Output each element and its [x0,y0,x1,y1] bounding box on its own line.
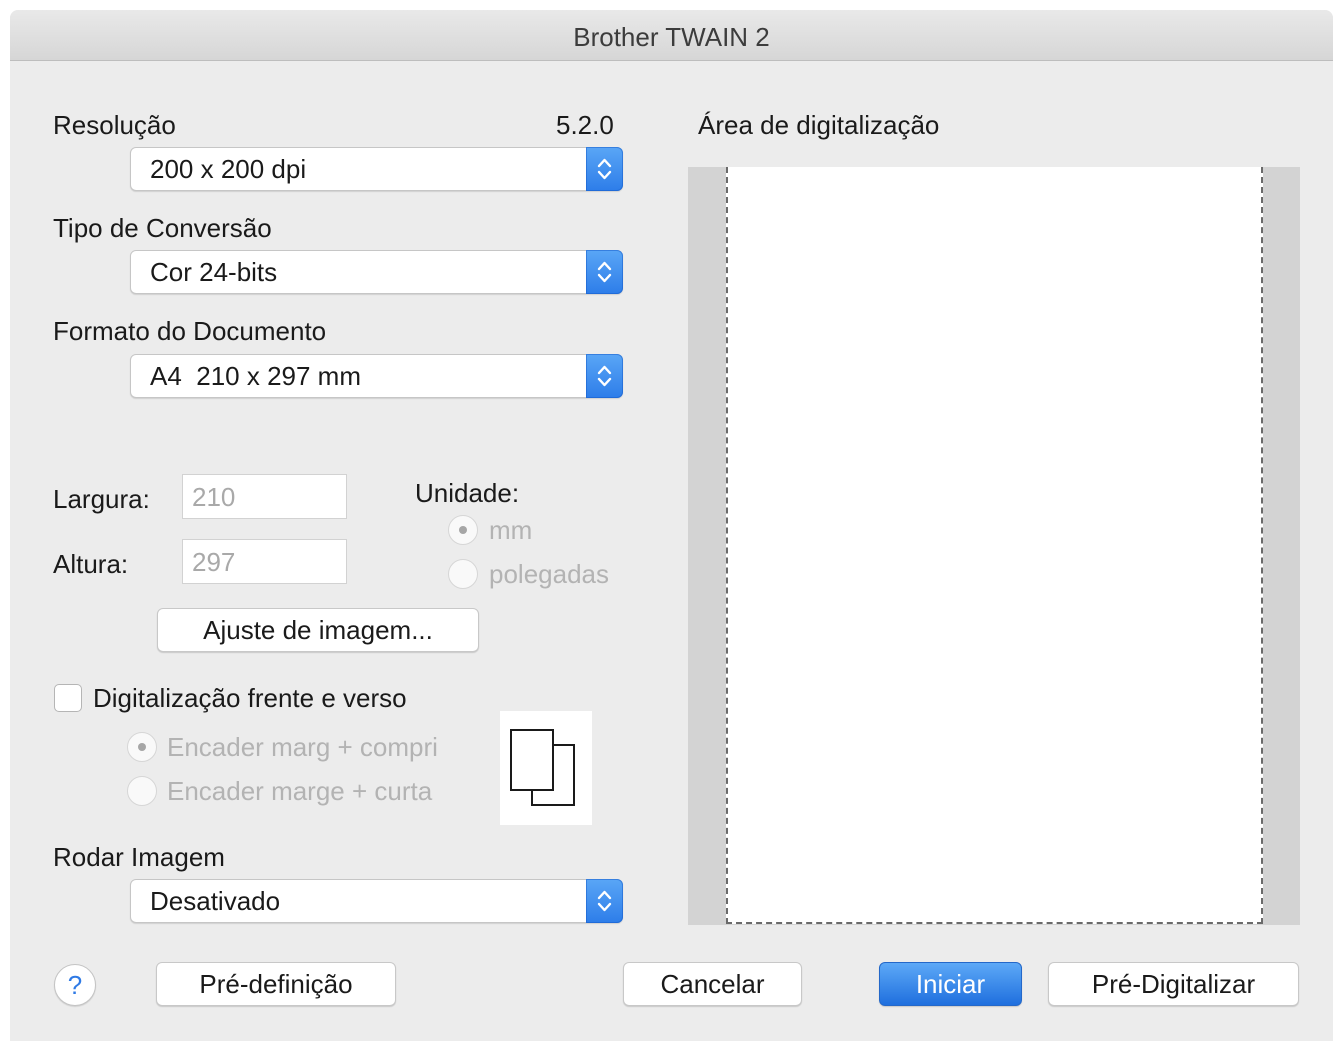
conversion-label: Tipo de Conversão [53,213,272,243]
doc-format-select[interactable]: A4 210 x 297 mm [130,354,623,398]
radio-dot-icon [138,743,146,751]
radio-dot-icon [459,526,467,534]
window-title: Brother TWAIN 2 [10,10,1333,61]
resolution-label: Resolução [53,110,176,140]
chevron-updown-icon [586,250,623,294]
preset-button[interactable]: Pré-definição [156,962,396,1006]
width-field[interactable]: 210 [182,474,347,519]
chevron-updown-icon [586,354,623,398]
doc-format-label: Formato do Documento [53,316,327,346]
unit-option-inches: polegadas [489,559,609,589]
unit-option-mm: mm [489,515,533,545]
resolution-select[interactable]: 200 x 200 dpi [130,147,623,191]
duplex-checkbox[interactable] [54,684,82,712]
unit-label: Unidade: [415,478,520,508]
rotate-select[interactable]: Desativado [130,879,623,923]
unit-radio-mm[interactable] [448,515,478,545]
duplex-label: Digitalização frente e verso [93,683,407,713]
doc-format-value: A4 210 x 297 mm [150,361,361,391]
prescan-button[interactable]: Pré-Digitalizar [1048,962,1299,1006]
rotate-label: Rodar Imagem [53,842,225,872]
scan-area-preview[interactable] [688,167,1300,925]
help-button[interactable]: ? [54,964,96,1006]
duplex-option-short-edge: Encader marge + curta [167,776,433,806]
image-adjust-button[interactable]: Ajuste de imagem... [157,608,479,652]
chevron-updown-icon [586,147,623,191]
conversion-value: Cor 24-bits [150,257,278,287]
duplex-radio-long-edge[interactable] [127,732,157,762]
cancel-button[interactable]: Cancelar [623,962,802,1006]
conversion-select[interactable]: Cor 24-bits [130,250,623,294]
duplex-pages-icon [500,711,592,825]
chevron-updown-icon [586,879,623,923]
scan-area-label: Área de digitalização [698,110,940,140]
unit-radio-inches[interactable] [448,559,478,589]
twain-dialog: Brother TWAIN 2 Resolução 5.2.0 200 x 20… [10,10,1333,1041]
height-label: Altura: [53,549,129,579]
start-button[interactable]: Iniciar [879,962,1022,1006]
rotate-value: Desativado [150,886,281,916]
duplex-radio-short-edge[interactable] [127,776,157,806]
width-label: Largura: [53,484,150,514]
resolution-value: 200 x 200 dpi [150,154,307,184]
version-label: 5.2.0 [556,110,614,140]
scan-selection-rect[interactable] [726,167,1263,924]
height-field[interactable]: 297 [182,539,347,584]
duplex-option-long-edge: Encader marg + compri [167,732,438,762]
